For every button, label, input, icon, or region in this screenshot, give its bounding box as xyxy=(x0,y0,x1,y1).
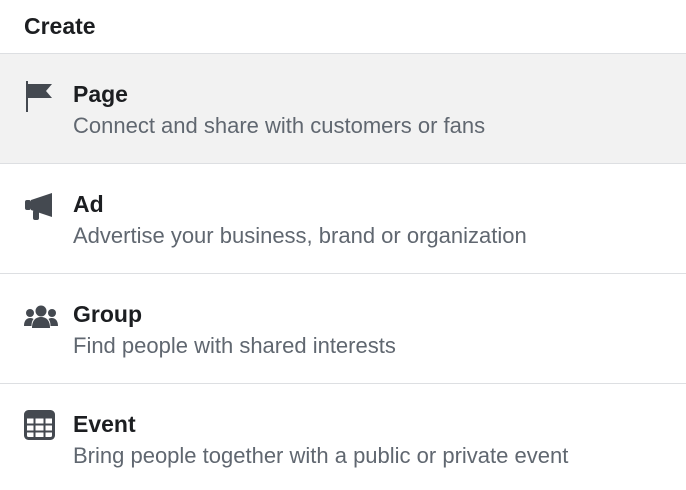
create-menu: Create Page Connect and share with custo… xyxy=(0,0,686,490)
group-icon xyxy=(24,304,58,334)
create-page-description: Connect and share with customers or fans xyxy=(73,113,486,138)
create-group-title: Group xyxy=(73,301,142,327)
create-ad-title: Ad xyxy=(73,191,104,217)
create-event-item[interactable]: Event Bring people together with a publi… xyxy=(0,384,686,490)
menu-header-title: Create xyxy=(0,0,686,54)
create-ad-item[interactable]: Ad Advertise your business, brand or org… xyxy=(0,164,686,274)
flag-icon xyxy=(24,80,56,112)
create-ad-description: Advertise your business, brand or organi… xyxy=(73,223,527,248)
create-page-title: Page xyxy=(73,81,128,107)
create-group-item[interactable]: Group Find people with shared interests xyxy=(0,274,686,384)
create-page-item[interactable]: Page Connect and share with customers or… xyxy=(0,54,686,164)
create-event-description: Bring people together with a public or p… xyxy=(73,443,569,468)
megaphone-icon xyxy=(24,192,56,222)
create-event-title: Event xyxy=(73,411,136,437)
create-group-description: Find people with shared interests xyxy=(73,333,396,358)
calendar-icon xyxy=(24,410,56,440)
